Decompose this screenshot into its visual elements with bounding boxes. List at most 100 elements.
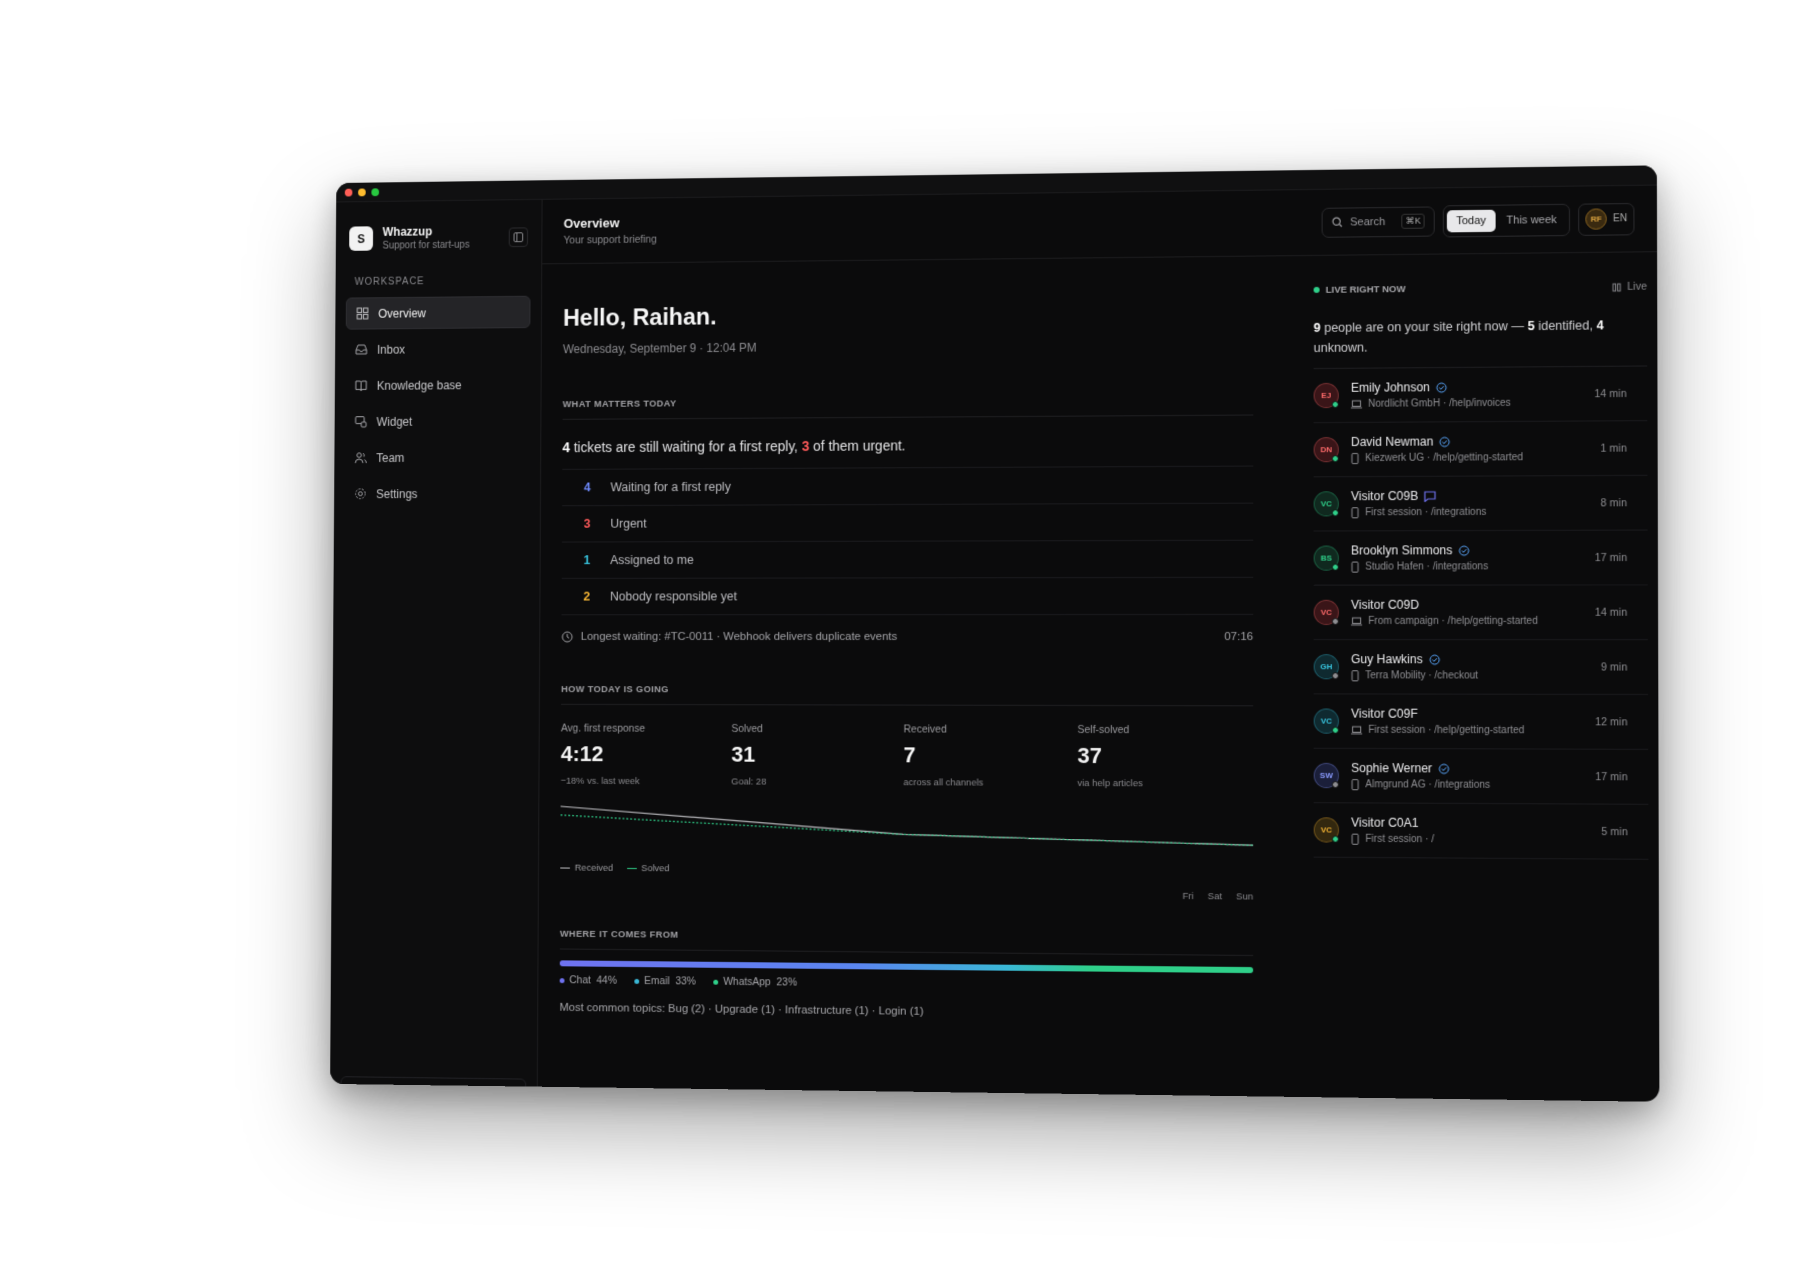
minimize-window-button[interactable] [358,187,366,196]
workspace-brand[interactable]: S Whazzup Support for start-ups [336,200,542,252]
stat-value: 4:12 [560,741,604,767]
sidebar-item-label: Knowledge base [376,377,462,393]
live-title: LIVE RIGHT NOW [1325,283,1406,296]
what-matters-section: WHAT MATTERS TODAY 4 tickets are still w… [561,394,1254,643]
collapse-sidebar-button[interactable] [508,226,529,247]
visitor-duration: 5 min [1601,825,1628,838]
sidebar-item-inbox[interactable]: Inbox [346,332,531,366]
x-tick-label: Fri [1182,890,1194,903]
headline-text-end: of them urgent. [809,437,906,454]
visitor-duration: 17 min [1595,770,1628,783]
visitor-duration: 12 min [1595,715,1628,728]
x-tick-label: Sun [1236,891,1254,903]
channel-legend: Chat 44% Email 33% WhatsApp 23% [559,974,1254,993]
sidebar-footer-card[interactable] [340,1076,527,1091]
range-today-button[interactable]: Today [1447,209,1496,232]
laptop-icon [1351,400,1362,409]
channel-whatsapp: WhatsApp 23% [713,976,797,989]
avatar: VC [1313,491,1339,517]
presence-status [1331,400,1339,408]
series-line-solved [560,815,1253,845]
common-topics: Most common topics: Bug (2) · Upgrade (1… [559,1001,924,1018]
sidebar-item-settings[interactable]: Settings [345,477,530,510]
user-menu-button[interactable]: RF EN [1578,202,1635,236]
legend-solved: Solved [626,863,670,874]
visitor-meta: Nordlicht GmbH · /help/invoices [1351,398,1511,410]
channel-email: Email 33% [634,975,696,987]
visitor-duration: 8 min [1600,496,1627,509]
presence-status [1331,509,1339,517]
stat-value: 37 [1077,742,1102,769]
row-count: 1 [583,553,591,568]
series-line-received [560,806,1253,845]
maximize-window-button[interactable] [371,187,380,196]
avatar: DN [1313,437,1339,463]
longest-waiting-ticket[interactable]: Longest waiting: #TC-0011 · Webhook deli… [561,615,1253,643]
brand-tagline: Support for start-ups [382,239,470,252]
row-label: Urgent [610,516,647,531]
visitor-row[interactable]: VC Visitor C09F First session · /help/gett… [1313,694,1649,750]
avatar: VC [1313,599,1339,625]
matters-row-unassigned[interactable]: 2 Nobody responsible yet [561,577,1254,616]
visitor-meta: Studio Hafen · /integrations [1351,561,1488,572]
sidebar-item-knowledge-base[interactable]: Knowledge base [345,368,530,402]
avatar: GH [1313,654,1339,680]
verified-icon [1438,763,1449,774]
longest-waiting-text: Longest waiting: #TC-0011 · Webhook deli… [580,631,898,643]
inbox-icon [355,343,367,356]
topbar: Overview Your support briefing Search ⌘K… [542,185,1658,265]
visitor-name: Brooklyn Simmons [1351,543,1488,558]
where-from-section: WHERE IT COMES FROM Chat 44% Email 33% W… [559,928,1254,1022]
avatar: SW [1313,762,1339,789]
sidebar-item-label: Settings [376,486,418,501]
range-this-week-button[interactable]: This week [1497,208,1566,231]
verified-icon [1436,382,1447,393]
sidebar-item-team[interactable]: Team [345,441,530,474]
visitor-row[interactable]: VC Visitor C09B First session · /integrati… [1313,475,1648,532]
visitor-row[interactable]: GH Guy Hawkins Terra Mobility · /checkout 9… [1313,640,1649,695]
visitor-name: Visitor C09B [1351,489,1486,503]
visitor-meta: Almgrund AG · /integrations [1351,779,1490,791]
presence-status [1331,781,1339,789]
visitor-row[interactable]: SW Sophie Werner Almgrund AG · /integratio… [1313,748,1649,805]
visitor-name: Guy Hawkins [1351,652,1478,666]
row-count: 3 [583,516,591,531]
live-indicator [1313,286,1320,293]
legend-received: Received [560,863,613,874]
row-label: Nobody responsible yet [609,589,737,604]
close-window-button[interactable] [344,188,353,197]
how-today-section: HOW TODAY IS GOING Avg. first response 4… [560,684,1253,903]
visitor-row[interactable]: VC Visitor C0A1 First session · / 5 min [1313,803,1649,860]
visitor-row[interactable]: DN David Newman Kiezwerk UG · /help/gettin… [1313,421,1648,478]
chart-x-axis: Fri Sat Sun [1183,891,1254,903]
date-range-toggle: Today This week [1443,203,1571,237]
gear-icon [354,487,366,500]
stat-sub: −18% vs. last week [560,775,640,787]
visitor-row[interactable]: EJ Emily Johnson Nordlicht GmbH · /help/in… [1313,366,1648,424]
x-tick-label: Sat [1207,891,1223,903]
channel-share-bar [559,960,1254,974]
sidebar-item-overview[interactable]: Overview [345,295,531,330]
matters-row-waiting[interactable]: 4 Waiting for a first reply [562,466,1254,507]
live-header: LIVE RIGHT NOW Live [1313,281,1647,296]
visitor-name: Visitor C09D [1351,597,1420,612]
live-toggle-button[interactable]: Live [1612,281,1647,293]
matters-row-urgent[interactable]: 3 Urgent [561,503,1254,543]
presence-status [1331,672,1339,680]
book-icon [355,379,367,392]
live-summary: 9 people are on your site right now — 5 … [1313,314,1648,370]
live-panel: LIVE RIGHT NOW Live 9 people are on your… [1313,252,1649,860]
visitor-duration: 14 min [1594,606,1628,619]
sidebar-item-widget[interactable]: Widget [345,404,530,437]
presence-status [1331,835,1339,843]
visitor-row[interactable]: VC Visitor C09D From campaign · /help/gett… [1313,585,1648,641]
sidebar-item-label: Inbox [377,342,406,357]
visitor-duration: 14 min [1594,387,1627,400]
matters-row-assigned[interactable]: 1 Assigned to me [561,540,1254,579]
row-count: 4 [583,480,591,495]
visitor-meta: First session · /integrations [1351,507,1486,519]
avatar: VC [1313,817,1339,843]
search-shortcut: ⌘K [1401,213,1425,229]
search-button[interactable]: Search ⌘K [1321,205,1435,238]
visitor-row[interactable]: BS Brooklyn Simmons Studio Hafen · /integr… [1313,530,1648,586]
